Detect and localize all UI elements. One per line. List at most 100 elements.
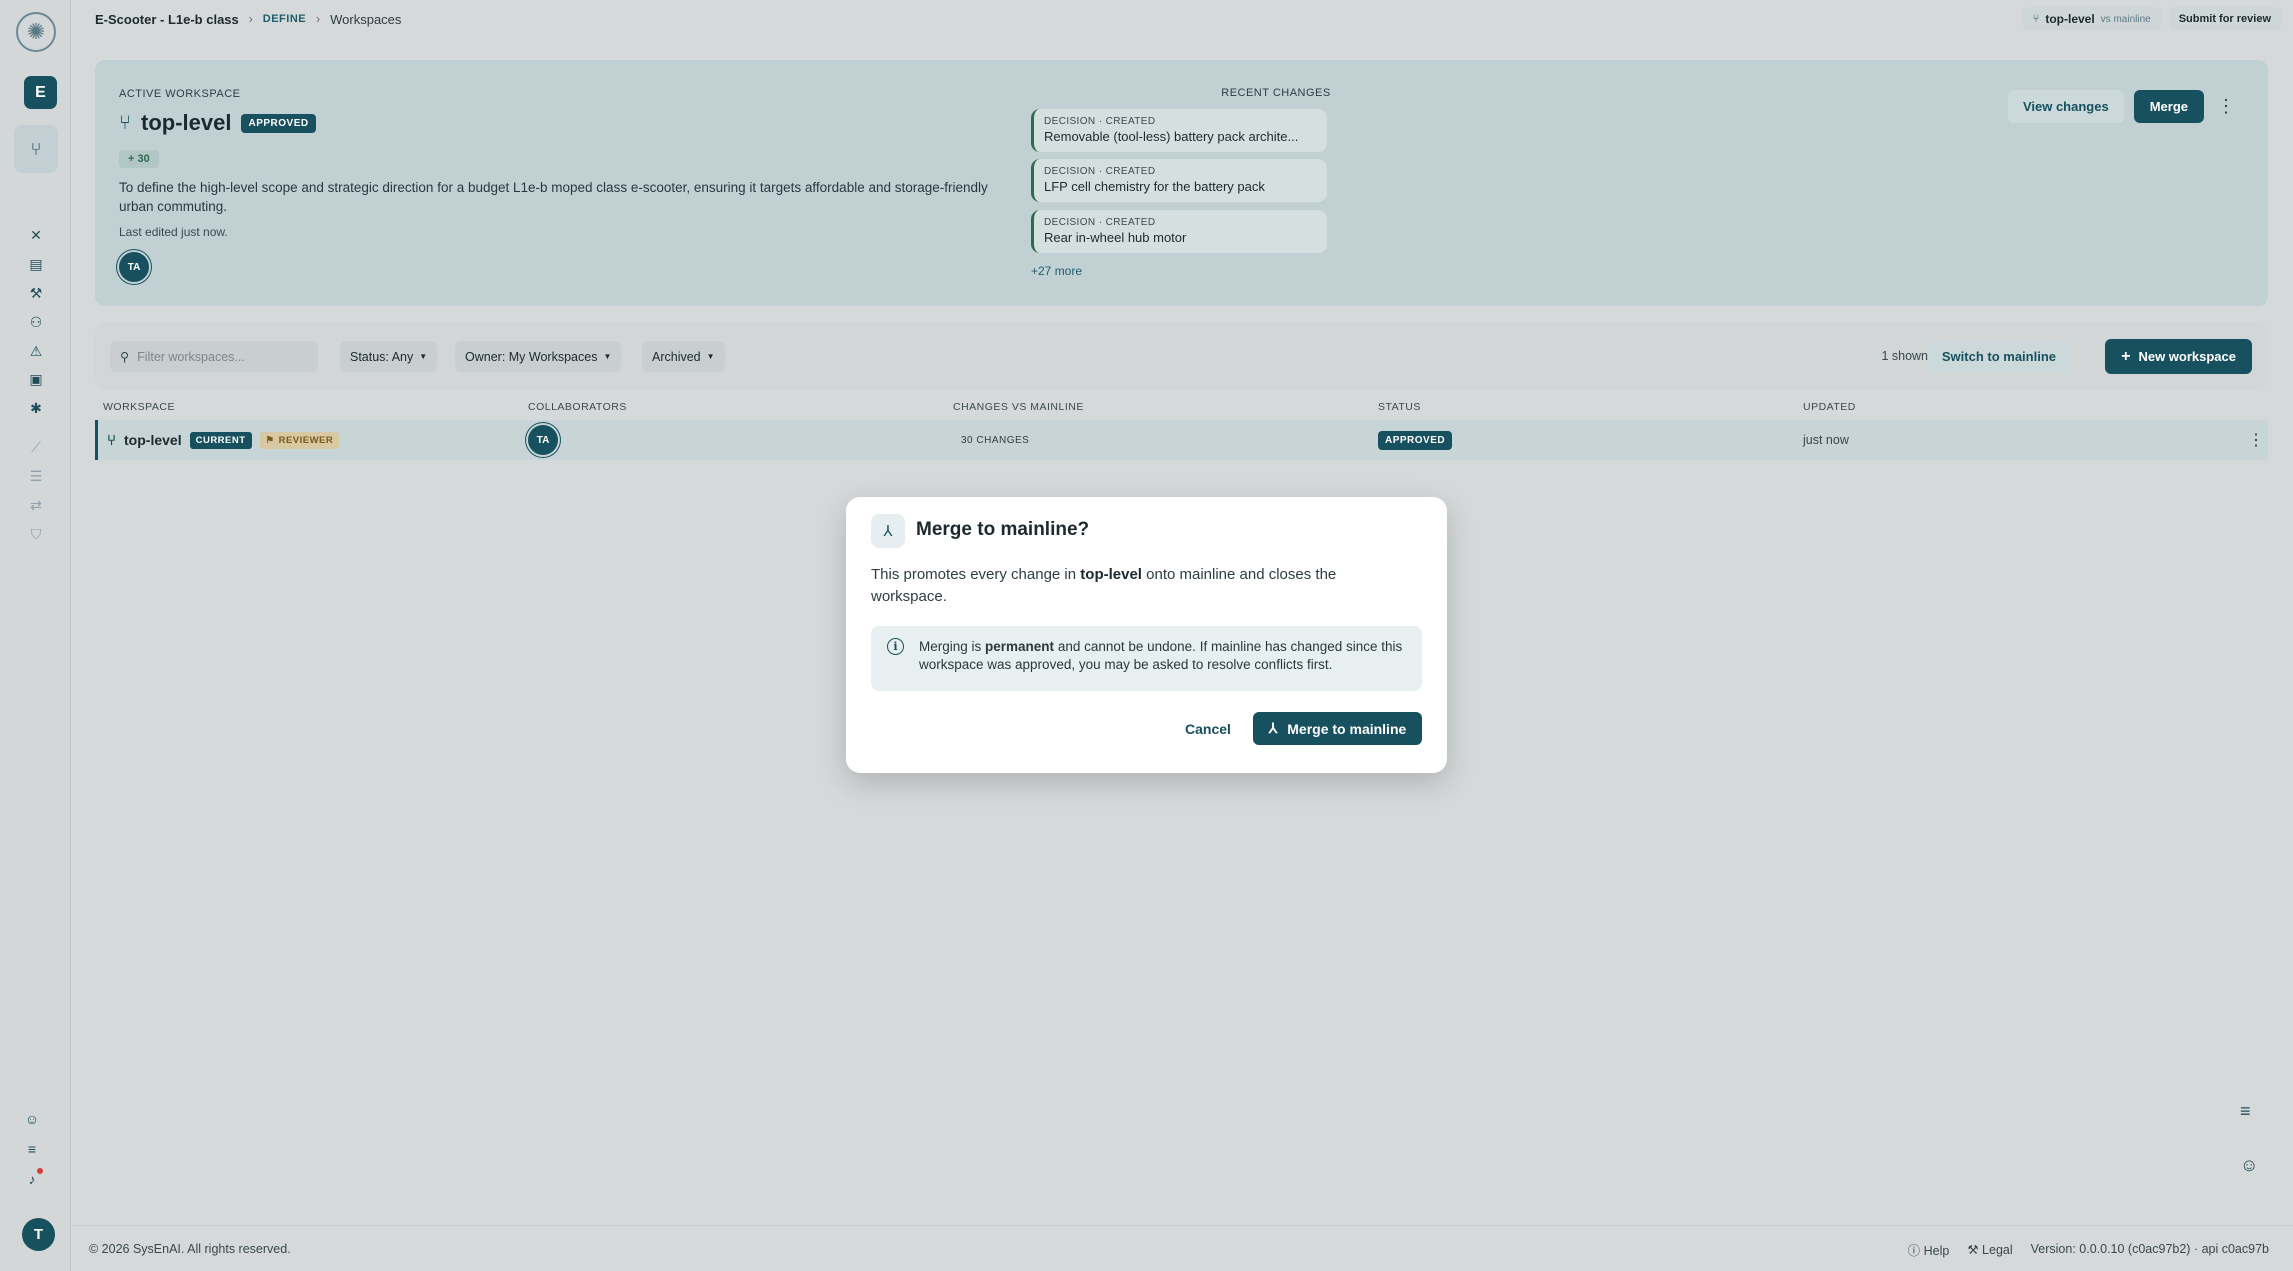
active-workspace-description: To define the high-level scope and strat… [119, 180, 988, 214]
chevron-down-icon: ▼ [706, 352, 715, 361]
dialog-title: Merge to mainline? [916, 519, 1090, 540]
submit-review-button[interactable]: Submit for review [2168, 7, 2281, 31]
submit-review-label: Submit for review [2178, 13, 2271, 25]
recent-change-title: Rear in-wheel hub motor [1044, 230, 1187, 245]
project-avatar[interactable]: E [24, 76, 57, 109]
column-header[interactable]: COLLABORATORS [528, 401, 627, 413]
plus-icon: + [2121, 347, 2131, 365]
dialog-body: This promotes every change in top-level … [871, 564, 1411, 608]
more-options-icon[interactable]: ⋮ [2214, 90, 2238, 123]
shield-icon[interactable]: ⛉ [27, 525, 45, 543]
user-avatar[interactable]: T [22, 1218, 55, 1251]
warning-icon[interactable]: ⚠ [27, 342, 45, 360]
view-changes-button[interactable]: View changes [2007, 90, 2124, 123]
status-badge: APPROVED [241, 113, 316, 133]
dialog-warning: i Merging is permanent and cannot be und… [871, 626, 1422, 691]
notes-icon[interactable]: ≡ [2240, 1101, 2251, 1122]
chevron-right-icon: › [248, 12, 253, 26]
column-header[interactable]: CHANGES VS MAINLINE [953, 401, 1084, 413]
status-cell: APPROVED [1378, 420, 1453, 460]
dialog-body-prefix: This promotes every change in [871, 566, 1081, 583]
recent-change-kind: DECISION · CREATED [1044, 217, 1156, 228]
row-menu-icon[interactable]: ⋮ [2248, 420, 2264, 460]
chevron-down-icon: ▼ [603, 352, 612, 361]
more-changes-link[interactable]: +27 more [1031, 264, 1082, 278]
recent-change-kind: DECISION · CREATED [1044, 166, 1156, 177]
archived-filter-dropdown[interactable]: Archived ▼ [642, 341, 725, 372]
last-edited: Last edited just now. [119, 225, 228, 239]
assistant-icon[interactable]: ☺ [2240, 1155, 2258, 1176]
warning-prefix: Merging is [919, 639, 986, 654]
flag-icon: ⚑ [265, 434, 275, 446]
tools-icon[interactable]: ✕ [27, 226, 45, 244]
merge-to-mainline-label: Merge to mainline [1287, 720, 1407, 737]
branch-icon: ⑂ [119, 111, 131, 134]
brain-logo-icon[interactable]: ✺ [16, 12, 56, 52]
info-icon: i [887, 638, 904, 655]
network-icon[interactable]: ✱ [27, 399, 45, 417]
help-label: Help [1923, 1243, 1950, 1258]
avatar[interactable]: TA [528, 425, 558, 455]
current-badge: CURRENT [189, 431, 252, 449]
warning-bold: permanent [985, 639, 1055, 654]
merge-button[interactable]: Merge [2133, 90, 2204, 123]
gavel-icon[interactable]: ⚒ [27, 284, 45, 302]
users-icon[interactable]: ⚇ [27, 313, 45, 331]
merge-icon: ⅄ [1268, 720, 1278, 736]
table-header: WORKSPACE COLLABORATORS CHANGES VS MAINL… [95, 393, 2268, 419]
search-input[interactable]: ⚲ Filter workspaces... [110, 341, 318, 372]
cancel-button[interactable]: Cancel [1185, 721, 1231, 737]
workspace-selector[interactable]: ⑂ top-level vs mainline [2022, 7, 2161, 31]
switch-to-mainline-button[interactable]: Switch to mainline [1927, 341, 2070, 372]
help-link[interactable]: ⓘ Help [1908, 1240, 1950, 1259]
reviewer-label: REVIEWER [278, 434, 334, 446]
column-header[interactable]: WORKSPACE [103, 401, 175, 413]
recent-change-item[interactable]: DECISION · CREATED Rear in-wheel hub mot… [1031, 210, 1327, 253]
owner-filter-label: Owner: My Workspaces [465, 349, 598, 364]
collaborators-cell: TA [528, 420, 558, 460]
branch-icon[interactable]: ⑂ [14, 125, 58, 173]
breadcrumb-project[interactable]: E-Scooter - L1e-b class [95, 12, 239, 27]
document-icon[interactable]: ▤ [27, 255, 45, 273]
branch-icon: ⑂ [2032, 13, 2040, 25]
workspace-name[interactable]: top-level [124, 432, 182, 448]
archived-filter-label: Archived [652, 349, 701, 364]
notification-dot [37, 1168, 43, 1174]
assistant-icon[interactable]: ☺ [23, 1110, 41, 1128]
recent-change-kind: DECISION · CREATED [1044, 116, 1156, 127]
status-filter-dropdown[interactable]: Status: Any ▼ [340, 341, 438, 372]
active-workspace-card: ACTIVE WORKSPACE ⑂ top-level APPROVED + … [95, 60, 2268, 306]
filter-bar: ⚲ Filter workspaces... Status: Any ▼ Owne… [95, 322, 2268, 390]
legal-label: Legal [1982, 1242, 2013, 1257]
breadcrumb-section[interactable]: DEFINE [263, 13, 306, 25]
chart-icon[interactable]: ⟋ [27, 438, 45, 456]
owner-filter-dropdown[interactable]: Owner: My Workspaces ▼ [455, 341, 622, 372]
column-header[interactable]: STATUS [1378, 401, 1421, 413]
swap-icon[interactable]: ⇄ [27, 496, 45, 514]
legal-link[interactable]: ⚒ Legal [1967, 1242, 2012, 1257]
chevron-right-icon: › [316, 12, 321, 26]
column-header[interactable]: UPDATED [1803, 401, 1856, 413]
table-row[interactable]: ⑂ top-level CURRENT ⚑ REVIEWER TA 30 CHAN… [95, 420, 2268, 460]
avatar[interactable]: TA [119, 252, 149, 282]
shown-count: 1 shown [1881, 349, 1928, 363]
bell-icon[interactable]: ♪ [23, 1168, 43, 1188]
branch-icon: ⑂ [107, 431, 117, 449]
breadcrumb-page: Workspaces [330, 11, 402, 27]
recent-change-title: Removable (tool-less) battery pack archi… [1044, 129, 1299, 144]
active-workspace-name: top-level [141, 110, 232, 135]
clipboard-icon[interactable]: ▣ [27, 370, 45, 388]
new-workspace-button[interactable]: + New workspace [2105, 339, 2252, 374]
copyright: © 2026 SysEnAI. All rights reserved. [89, 1241, 291, 1256]
recent-change-item[interactable]: DECISION · CREATED Removable (tool-less)… [1031, 109, 1327, 152]
list-icon[interactable]: ☰ [27, 467, 45, 485]
footer: © 2026 SysEnAI. All rights reserved. ⓘ H… [72, 1225, 2293, 1271]
changes-cell: 30 CHANGES [961, 434, 1030, 446]
merge-to-mainline-button[interactable]: ⅄ Merge to mainline [1253, 712, 1422, 745]
workspace-compare: vs mainline [2100, 13, 2151, 25]
recent-changes-label: RECENT CHANGES [1221, 87, 1331, 99]
notes-icon[interactable]: ≡ [23, 1140, 41, 1158]
search-icon: ⚲ [120, 350, 130, 364]
merge-dialog: ⅄ Merge to mainline? This promotes every… [846, 497, 1447, 773]
recent-change-item[interactable]: DECISION · CREATED LFP cell chemistry fo… [1031, 159, 1327, 202]
